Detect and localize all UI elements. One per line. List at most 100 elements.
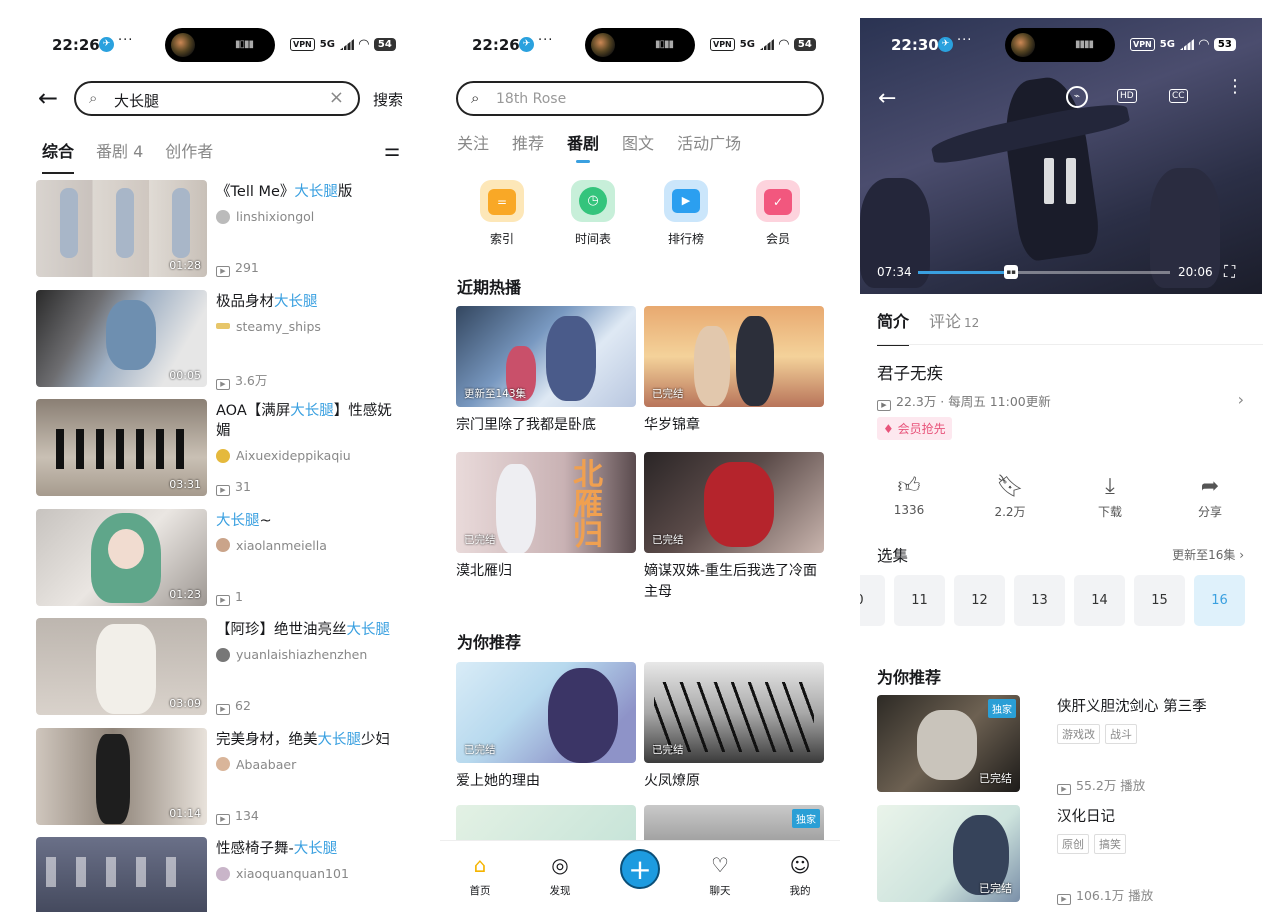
anime-cover[interactable]: 已完结 [456, 662, 636, 763]
video-thumbnail[interactable]: 01:14 [36, 727, 207, 825]
recommend-title[interactable]: 汉化日记 [1057, 805, 1115, 826]
back-arrow-icon[interactable]: ← [878, 86, 896, 111]
anime-card[interactable]: 已完结 华岁锦章 [644, 306, 824, 436]
anime-title[interactable]: 漠北雁归 [456, 561, 636, 582]
video-thumbnail[interactable]: 03:31 [36, 399, 207, 496]
tag[interactable]: 搞笑 [1094, 834, 1126, 854]
progress-bar[interactable]: ▪▪ [918, 265, 1170, 279]
recommend-cover[interactable]: 已完结 [877, 805, 1020, 902]
search-placeholder[interactable]: 18th Rose [496, 91, 566, 107]
filter-icon[interactable]: ⚌ [384, 140, 400, 161]
create-button[interactable]: + [620, 849, 660, 889]
tab-events[interactable]: 活动广场 [677, 130, 741, 154]
like-button[interactable]: 👍︎ 1336 [879, 474, 939, 517]
anime-card[interactable]: 北雁归 已完结 漠北雁归 [456, 452, 636, 582]
anime-title[interactable]: 华岁锦章 [644, 415, 824, 436]
episode-button[interactable]: 13 [1014, 575, 1065, 626]
download-button[interactable]: ⤓ 下载 [1080, 474, 1140, 520]
index-shortcut[interactable]: = 索引 [480, 180, 524, 247]
video-title[interactable]: 完美身材，绝美大长腿少妇 [216, 730, 406, 750]
more-options-icon[interactable]: ⋮ [1226, 78, 1244, 96]
video-title[interactable]: 《Tell Me》大长腿版 [216, 182, 406, 202]
tab-bangumi[interactable]: 番剧 [567, 130, 599, 163]
episodes-update[interactable]: 更新至16集 › [1172, 546, 1244, 563]
fullscreen-icon[interactable]: ⛶ [1224, 262, 1235, 282]
video-title[interactable]: 大长腿~ [216, 511, 406, 531]
author[interactable]: linshixiongol [216, 209, 314, 224]
anime-card[interactable]: 已完结 火凤燎原 [644, 662, 824, 792]
anime-card[interactable]: 已完结 爱上她的理由 [456, 662, 636, 792]
tab-creators[interactable]: 创作者 [165, 138, 213, 162]
anime-card[interactable]: 更新至143集 宗门里除了我都是卧底 [456, 306, 636, 436]
tag[interactable]: 游戏改 [1057, 724, 1100, 744]
search-query[interactable]: 大长腿 [114, 90, 159, 111]
result-item[interactable]: 03:31 AOA【满屏大长腿】性感妩媚 Aixuexideppikaqiu ▶… [36, 399, 416, 509]
recommend-item[interactable]: 独家 已完结 侠肝义胆沈剑心 第三季 游戏改 战斗 ▶ 55.2万 播放 [877, 695, 1237, 795]
pause-icon[interactable] [1044, 158, 1078, 204]
episode-button[interactable]: 12 [954, 575, 1005, 626]
tab-following[interactable]: 关注 [457, 130, 489, 154]
ranking-shortcut[interactable]: ▶ 排行榜 [664, 180, 708, 247]
episode-button[interactable]: 14 [1074, 575, 1125, 626]
share-button[interactable]: ➦ 分享 [1180, 474, 1240, 520]
anime-cover[interactable]: 已完结 [644, 306, 824, 407]
clear-icon[interactable]: × [329, 87, 344, 108]
video-thumbnail[interactable]: 00:05 [36, 289, 207, 387]
video-thumbnail[interactable]: 01:23 [36, 508, 207, 606]
search-input[interactable]: ⌕ 18th Rose [456, 81, 824, 116]
video-title[interactable]: 【阿珍】绝世油亮丝大长腿 [216, 620, 406, 640]
author[interactable]: steamy_ships [216, 319, 321, 334]
recommend-title[interactable]: 侠肝义胆沈剑心 第三季 [1057, 695, 1207, 716]
author[interactable]: xiaoquanquan101 [216, 866, 349, 881]
video-thumbnail[interactable]: 01:28 [36, 180, 207, 277]
schedule-shortcut[interactable]: ◷ 时间表 [571, 180, 615, 247]
result-item[interactable]: 00:05 极品身材大长腿 steamy_ships ▶ 3.6万 [36, 289, 416, 400]
author[interactable]: xiaolanmeiella [216, 538, 327, 553]
progress-handle[interactable]: ▪▪ [1004, 265, 1019, 279]
result-item[interactable]: 01:23 大长腿~ xiaolanmeiella ▶ 1 [36, 508, 416, 619]
author[interactable]: Abaabaer [216, 757, 296, 772]
cc-button[interactable]: CC [1169, 89, 1188, 103]
episode-button[interactable]: 15 [1134, 575, 1185, 626]
anime-card[interactable]: 已完结 嫡谋双姝-重生后我选了冷面主母 [644, 452, 824, 603]
result-item[interactable]: 03:09 【阿珍】绝世油亮丝大长腿 yuanlaishiazhenzhen ▶… [36, 618, 416, 728]
author[interactable]: yuanlaishiazhenzhen [216, 647, 367, 662]
tag[interactable]: 原创 [1057, 834, 1089, 854]
recommend-cover[interactable]: 独家 已完结 [877, 695, 1020, 792]
result-item[interactable]: 性感椅子舞-大长腿 xiaoquanquan101 [36, 837, 416, 912]
anime-cover[interactable]: 北雁归 已完结 [456, 452, 636, 553]
anime-title[interactable]: 爱上她的理由 [456, 771, 636, 792]
tab-posts[interactable]: 图文 [622, 130, 654, 154]
nav-home[interactable]: ⌂ 首页 [458, 853, 502, 898]
nav-chat[interactable]: ♡ 聊天 [698, 853, 742, 898]
search-button[interactable]: 搜索 [373, 89, 403, 110]
anime-title[interactable]: 火凤燎原 [644, 771, 824, 792]
result-item[interactable]: 01:28 《Tell Me》大长腿版 linshixiongol ▶ 291 [36, 180, 416, 290]
tab-recommend[interactable]: 推荐 [512, 130, 544, 154]
result-item[interactable]: 01:14 完美身材，绝美大长腿少妇 Abaabaer ▶ 134 [36, 727, 416, 838]
anime-cover[interactable]: 已完结 [644, 452, 824, 553]
tab-comments[interactable]: 评论 12 [929, 308, 979, 332]
back-arrow-icon[interactable]: ← [38, 86, 58, 110]
speed-icon[interactable]: ⌁ [1066, 86, 1088, 108]
video-title[interactable]: 性感椅子舞-大长腿 [216, 839, 406, 859]
recommend-item[interactable]: 已完结 汉化日记 原创 搞笑 ▶ 106.1万 播放 [877, 805, 1237, 905]
chevron-right-icon[interactable]: › [1238, 390, 1244, 409]
anime-title[interactable]: 嫡谋双姝-重生后我选了冷面主母 [644, 561, 824, 603]
video-player[interactable]: 22:30 ✈ ··· ▮▮▮▮ VPN 5G ◠ 53 ← ⌁ HD CC ⋮… [860, 18, 1262, 294]
tab-bangumi[interactable]: 番剧 4 [96, 138, 143, 162]
favorite-button[interactable]: 🔖︎ 2.2万 [980, 474, 1040, 520]
anime-title[interactable]: 宗门里除了我都是卧底 [456, 415, 636, 436]
video-thumbnail[interactable]: 03:09 [36, 618, 207, 715]
tag[interactable]: 战斗 [1105, 724, 1137, 744]
nav-profile[interactable]: ☺ 我的 [778, 853, 822, 898]
episode-button-current[interactable]: 16 [1194, 575, 1245, 626]
episode-button[interactable]: 11 [894, 575, 945, 626]
hd-button[interactable]: HD [1117, 89, 1137, 103]
author[interactable]: Aixuexideppikaqiu [216, 448, 351, 463]
tab-intro[interactable]: 简介 [877, 308, 910, 346]
nav-discover[interactable]: ◎ 发现 [538, 853, 582, 898]
tab-all[interactable]: 综合 [42, 138, 75, 174]
video-thumbnail[interactable] [36, 837, 207, 912]
anime-cover[interactable]: 已完结 [644, 662, 824, 763]
